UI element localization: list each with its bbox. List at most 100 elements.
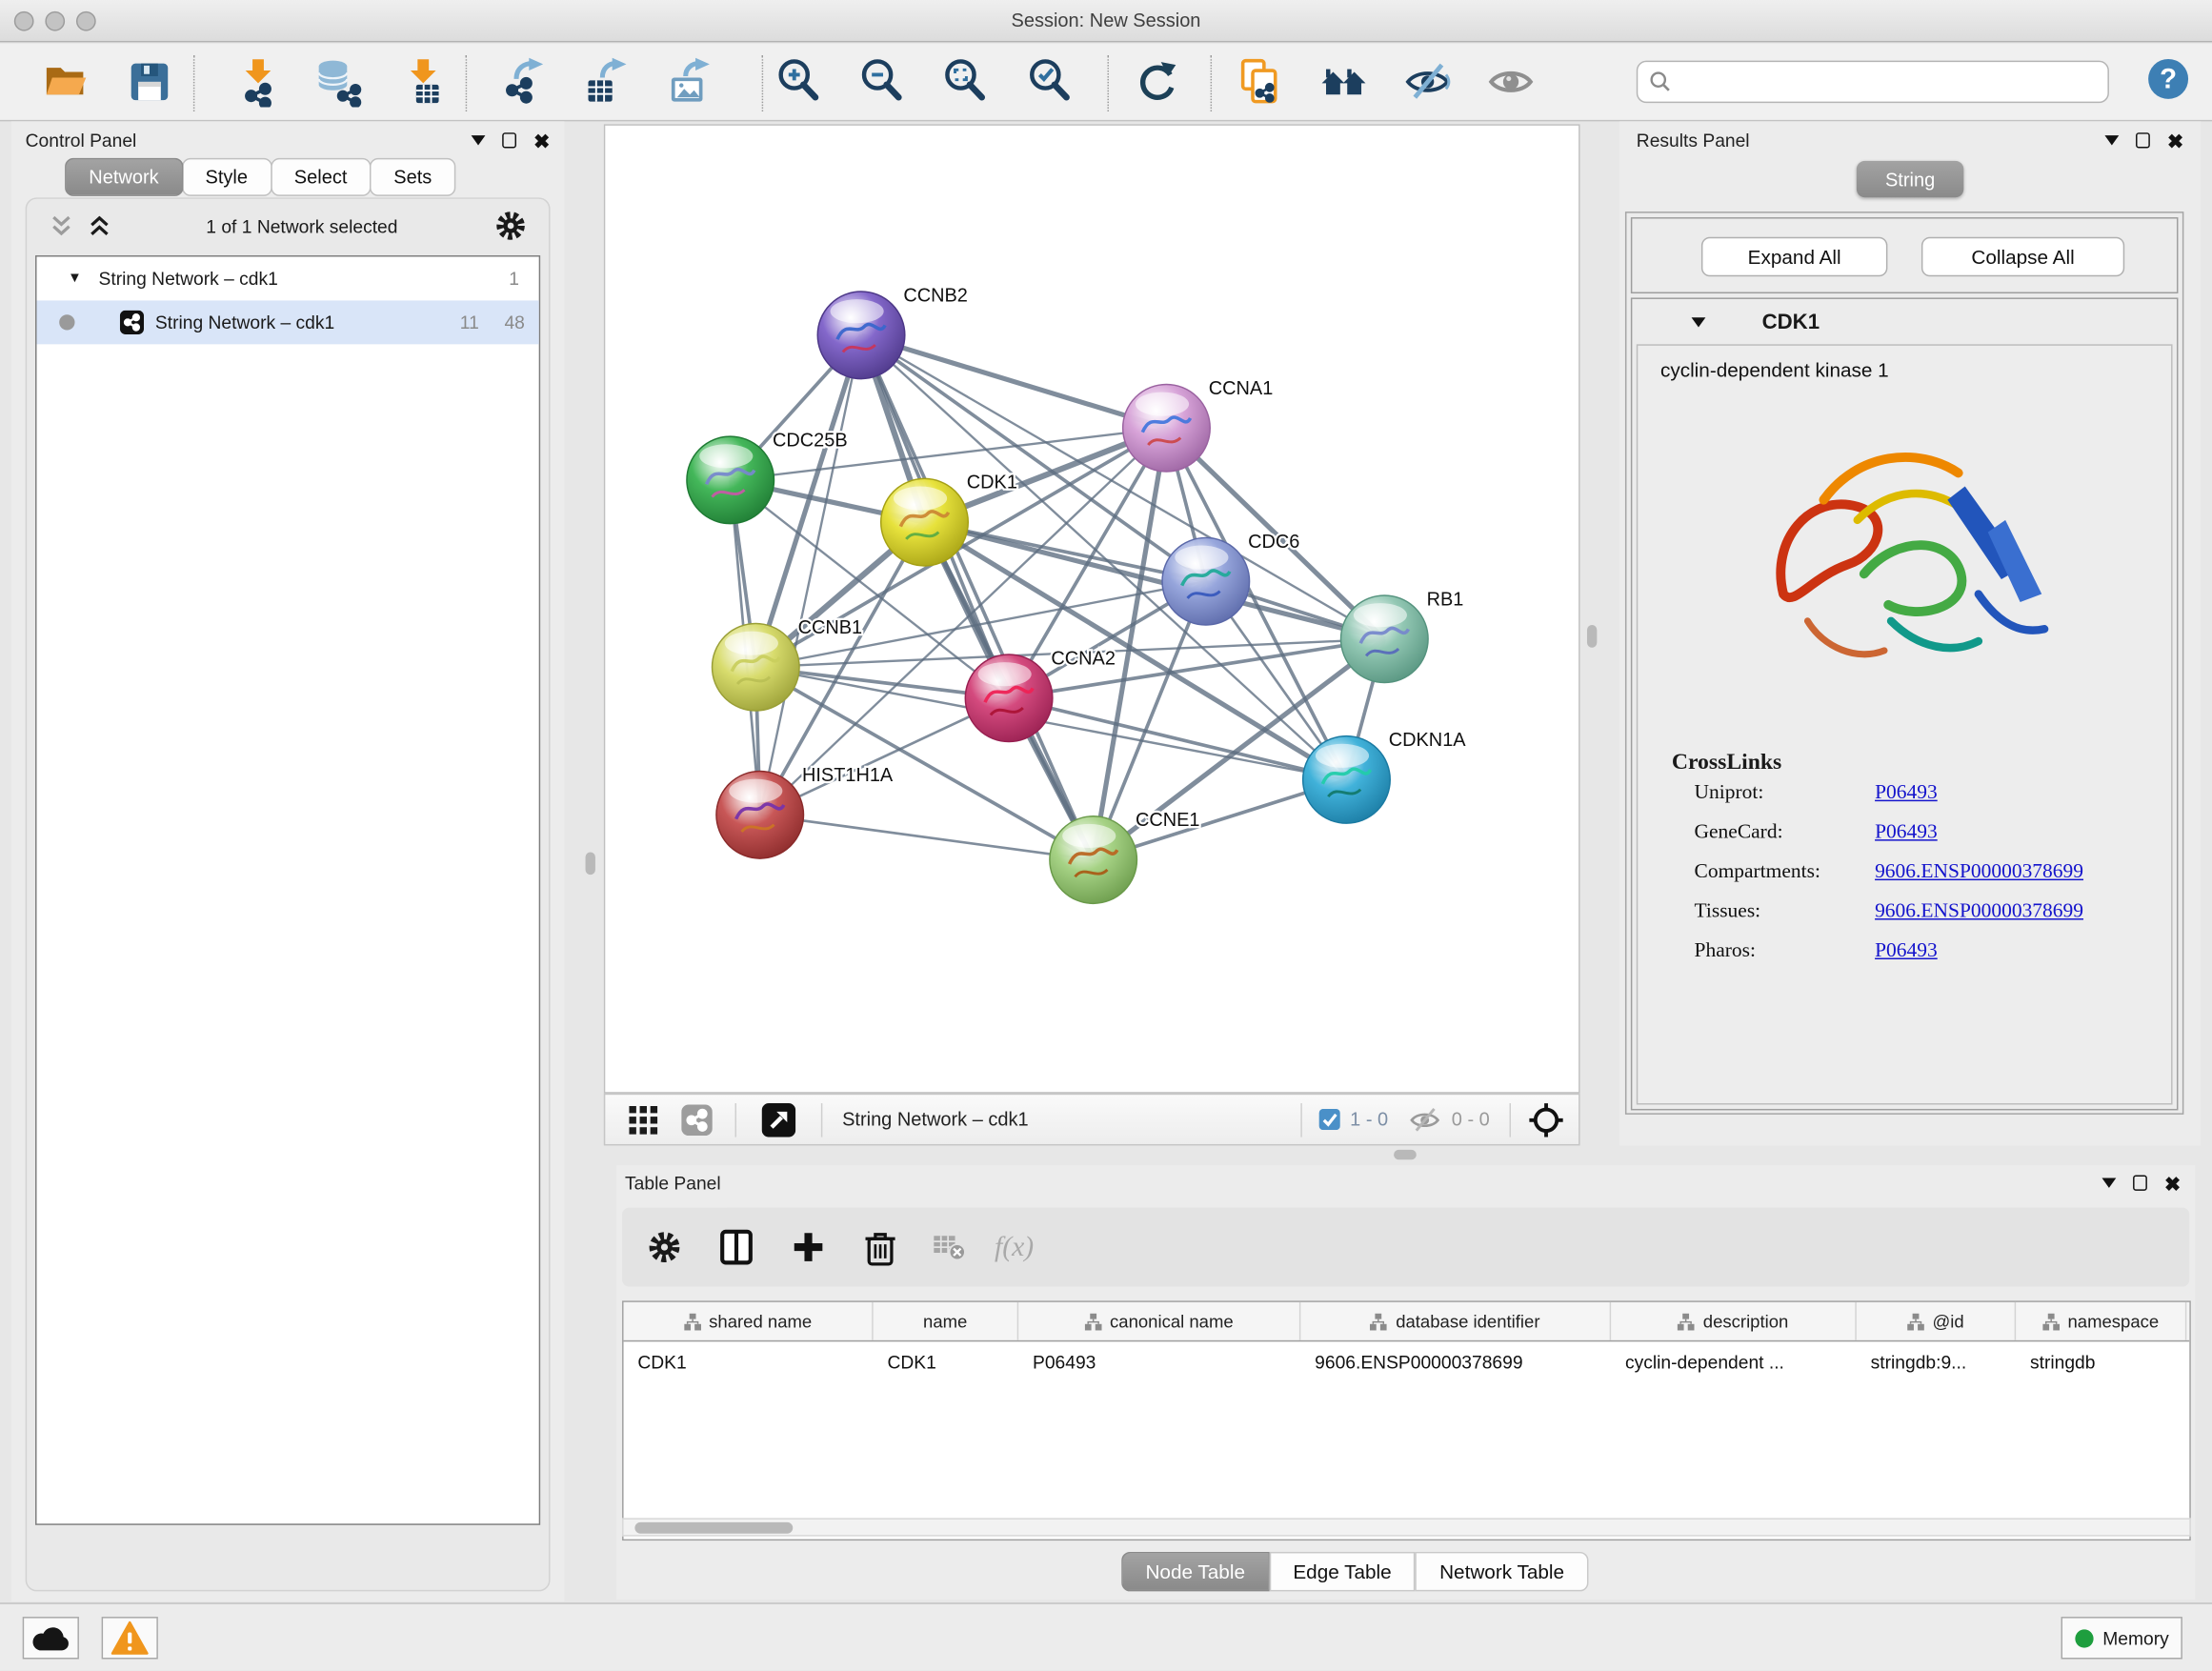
- table-cell[interactable]: cyclin-dependent ...: [1611, 1341, 1857, 1380]
- copy-document-button[interactable]: [1235, 56, 1285, 107]
- birdseye-view-icon[interactable]: [762, 1102, 796, 1137]
- tab-select[interactable]: Select: [271, 158, 372, 196]
- network-row[interactable]: String Network – cdk1 11 48: [37, 300, 539, 344]
- view-share-icon[interactable]: [681, 1104, 713, 1136]
- import-table-file-button[interactable]: [398, 56, 449, 107]
- help-button[interactable]: ?: [2142, 53, 2193, 104]
- tab-style[interactable]: Style: [181, 158, 271, 196]
- save-session-button[interactable]: [124, 56, 174, 107]
- crosslink-link[interactable]: 9606.ENSP00000378699: [1875, 860, 2083, 884]
- column-header-shared-name[interactable]: shared name: [624, 1302, 874, 1340]
- table-row[interactable]: CDK1CDK1P064939606.ENSP00000378699cyclin…: [624, 1341, 2190, 1380]
- expand-all-tree-icon[interactable]: [88, 215, 111, 236]
- column-header--id[interactable]: @id: [1857, 1302, 2016, 1340]
- tab-edge-table[interactable]: Edge Table: [1269, 1552, 1416, 1591]
- zoom-selected-button[interactable]: [1026, 56, 1076, 107]
- table-cell[interactable]: stringdb:9...: [1857, 1341, 2016, 1380]
- node-label-CCNA2: CCNA2: [1051, 648, 1116, 669]
- column-header-name[interactable]: name: [874, 1302, 1019, 1340]
- close-panel-icon[interactable]: ✖: [2167, 133, 2183, 148]
- cdk1-section: CDK1 cyclin-dependent kinase 1: [1631, 297, 2179, 1110]
- tab-string[interactable]: String: [1857, 161, 1964, 198]
- crosslink-link[interactable]: 9606.ENSP00000378699: [1875, 900, 2083, 924]
- show-columns-button[interactable]: [711, 1221, 761, 1272]
- table-horizontal-scrollbar[interactable]: [622, 1518, 2191, 1536]
- network-options-gear-icon[interactable]: [493, 208, 530, 245]
- import-network-database-button[interactable]: [313, 56, 364, 107]
- network-edge-CCNB2-CCNE1[interactable]: [861, 335, 1094, 860]
- panel-menu-icon[interactable]: [2102, 1178, 2117, 1188]
- network-edge-CCNB2-CCNA1[interactable]: [861, 335, 1166, 428]
- delete-table-button-disabled[interactable]: [924, 1221, 975, 1272]
- column-header-database-identifier[interactable]: database identifier: [1300, 1302, 1611, 1340]
- tab-sets[interactable]: Sets: [370, 158, 455, 196]
- zoom-fit-button[interactable]: [941, 56, 992, 107]
- crosslink-link[interactable]: P06493: [1875, 821, 1938, 845]
- export-table-button[interactable]: [581, 56, 632, 107]
- collection-label: String Network – cdk1: [99, 268, 278, 289]
- tab-network-table[interactable]: Network Table: [1416, 1552, 1588, 1591]
- window-title: Session: New Session: [0, 10, 2212, 30]
- search-input[interactable]: [1680, 71, 2108, 92]
- help-question-icon: ?: [2144, 55, 2192, 103]
- home-button[interactable]: [1319, 56, 1370, 107]
- bar-separator: [821, 1102, 822, 1137]
- create-column-button[interactable]: [783, 1221, 834, 1272]
- refresh-view-button[interactable]: [1132, 56, 1182, 107]
- collection-expander-icon[interactable]: ▼: [68, 271, 82, 286]
- show-eye-button[interactable]: [1485, 56, 1536, 107]
- table-cell[interactable]: stringdb: [2016, 1341, 2186, 1380]
- float-panel-icon[interactable]: [503, 132, 517, 148]
- delete-column-button[interactable]: [855, 1221, 905, 1272]
- table-cell[interactable]: 9606.ENSP00000378699: [1300, 1341, 1611, 1380]
- close-panel-icon[interactable]: ✖: [2164, 1176, 2181, 1190]
- column-header-description[interactable]: description: [1611, 1302, 1857, 1340]
- view-grid-icon[interactable]: [628, 1104, 659, 1136]
- cloud-status-button[interactable]: [23, 1617, 79, 1659]
- tab-node-table[interactable]: Node Table: [1121, 1552, 1269, 1591]
- scrollbar-thumb[interactable]: [634, 1521, 793, 1533]
- table-settings-button[interactable]: [639, 1221, 690, 1272]
- close-panel-icon[interactable]: ✖: [533, 133, 550, 148]
- crosslink-link[interactable]: P06493: [1875, 781, 1938, 805]
- tab-network[interactable]: Network: [65, 158, 183, 196]
- import-network-file-button[interactable]: [232, 56, 283, 107]
- hide-selected-button[interactable]: [1402, 56, 1453, 107]
- float-panel-icon[interactable]: [2136, 132, 2150, 148]
- column-header-canonical-name[interactable]: canonical name: [1018, 1302, 1300, 1340]
- network-edge-HIST1H1A-CCNE1[interactable]: [760, 815, 1094, 859]
- panel-menu-icon[interactable]: [2105, 135, 2120, 145]
- open-session-button[interactable]: [39, 56, 90, 107]
- table-cell[interactable]: CDK1: [624, 1341, 874, 1380]
- expand-all-button[interactable]: Expand All: [1701, 237, 1887, 276]
- hidden-eye-slash-icon[interactable]: [1408, 1105, 1442, 1134]
- string-network-graph[interactable]: CCNB2CCNA1CDC25BCDK1CDC6RB1CCNB1CCNA2CDK…: [605, 126, 1579, 1092]
- network-collection-row[interactable]: ▼ String Network – cdk1 1: [37, 257, 539, 301]
- crosslink-link[interactable]: P06493: [1875, 939, 1938, 963]
- network-edge-CCNB2-HIST1H1A[interactable]: [760, 335, 861, 815]
- panel-menu-icon[interactable]: [472, 135, 486, 145]
- collapse-all-tree-icon[interactable]: [50, 215, 73, 236]
- zoom-out-button[interactable]: [857, 56, 908, 107]
- warning-status-button[interactable]: [102, 1617, 158, 1659]
- protein-structure-image: [1728, 393, 2081, 742]
- memory-button[interactable]: Memory: [2061, 1617, 2182, 1659]
- left-splitter-handle[interactable]: [586, 852, 595, 875]
- table-cell[interactable]: CDK1: [874, 1341, 1019, 1380]
- selected-checkbox-icon[interactable]: [1319, 1109, 1340, 1130]
- bottom-splitter-handle[interactable]: [1394, 1150, 1417, 1159]
- float-panel-icon[interactable]: [2133, 1176, 2147, 1191]
- network-view-canvas[interactable]: CCNB2CCNA1CDC25BCDK1CDC6RB1CCNB1CCNA2CDK…: [604, 124, 1580, 1093]
- crosshair-icon[interactable]: [1528, 1101, 1565, 1138]
- collapse-all-button[interactable]: Collapse All: [1921, 237, 2124, 276]
- column-header-namespace[interactable]: namespace: [2016, 1302, 2186, 1340]
- right-splitter-handle[interactable]: [1587, 625, 1597, 648]
- function-builder-button-disabled[interactable]: f(x): [995, 1221, 1034, 1272]
- export-image-button[interactable]: [664, 56, 714, 107]
- node-table-header: shared namenamecanonical namedatabase id…: [624, 1302, 2190, 1341]
- section-collapse-icon[interactable]: [1692, 316, 1706, 326]
- open-folder-icon: [39, 56, 90, 107]
- table-cell[interactable]: P06493: [1018, 1341, 1300, 1380]
- zoom-in-button[interactable]: [774, 56, 825, 107]
- export-network-button[interactable]: [498, 56, 549, 107]
